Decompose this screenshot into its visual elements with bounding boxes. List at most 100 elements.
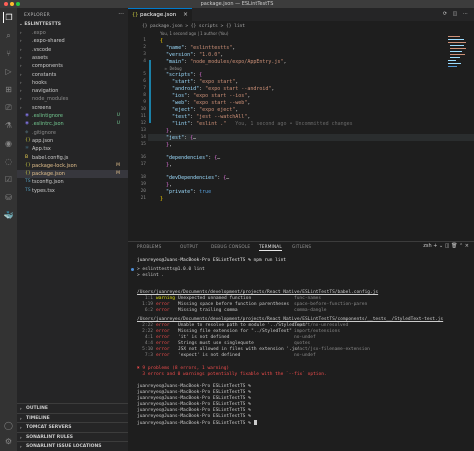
lint-rule: comma-dangle xyxy=(294,308,327,313)
code-line-12: "lint": "eslint ." You, 1 second ago • U… xyxy=(172,121,353,127)
terminal-prompt-2: juanreyes@Juans-MacBook-Pro ESLintTestTS… xyxy=(137,390,251,395)
code-line-13: }, xyxy=(166,128,173,134)
command-decoration-icon xyxy=(131,268,134,271)
tab-problems[interactable]: PROBLEMS xyxy=(137,244,161,249)
lint-position: 4:1 xyxy=(144,335,153,340)
terminal-actions[interactable]: + ⌄ ◫ 🗑 ⌃ × xyxy=(433,243,469,249)
tree-item-types-tsx[interactable]: TS types.tsx xyxy=(17,187,128,195)
tree-item-node-modules[interactable]: › node_modules xyxy=(17,95,128,103)
section-sonarlint-rules[interactable]: › SONARLINT RULES xyxy=(17,431,128,441)
line-number: 11 xyxy=(140,114,146,119)
lint-row: 4:1 error 'it' is not defined no-undef xyxy=(137,335,316,340)
tree-item-label: node_modules xyxy=(32,96,69,103)
lint-row: 1:1 warning Unexpected unnamed function fun… xyxy=(137,296,321,301)
project-root-folder[interactable]: ⌄ ESLINTTESTTS xyxy=(19,22,61,27)
database-icon[interactable]: ⛁ xyxy=(3,192,14,203)
minimap[interactable] xyxy=(446,34,468,70)
remote-explorer-icon[interactable]: ⎚ xyxy=(3,102,14,113)
line-number: 12 xyxy=(140,121,146,126)
section-timeline[interactable]: › TIMELINE xyxy=(17,412,128,422)
tree-item-components[interactable]: › components xyxy=(17,62,128,70)
lint-position: 7:3 xyxy=(144,353,153,358)
tree-item-expo[interactable]: › .expo xyxy=(17,29,128,37)
lint-rule: import/no-unresolved xyxy=(294,323,349,328)
close-tab-icon[interactable]: × xyxy=(183,11,188,18)
more-actions-button[interactable]: ··· xyxy=(118,11,124,18)
search-icon[interactable]: ⌕ xyxy=(3,30,14,41)
code-line-18: "devDependencies": {… xyxy=(166,175,230,181)
git-status-badge: M xyxy=(116,171,120,177)
lint-rule: no-undef xyxy=(294,335,316,340)
tree-item-navigation[interactable]: › navigation xyxy=(17,87,128,95)
line-number: 17 xyxy=(140,162,146,167)
line-number: 15 xyxy=(140,142,146,147)
codelens-authors[interactable]: You, 1 second ago | 1 author (You) xyxy=(160,31,228,36)
sonarlint-icon[interactable]: ◌ xyxy=(3,156,14,167)
tree-item-constants[interactable]: › constants xyxy=(17,71,128,79)
tree-item-gitignore[interactable]: ◆ .gitignore xyxy=(17,129,128,137)
eslint-file-icon: ◉ xyxy=(25,113,29,118)
lint-file-path-2[interactable]: /Users/juanreyes/Documents/development/p… xyxy=(137,317,443,322)
tree-item-babel-config-js[interactable]: Bbabel.config.js xyxy=(17,154,128,162)
terminal-script-command: > eslint . xyxy=(137,273,165,278)
tab-output[interactable]: OUTPUT xyxy=(180,244,198,249)
line-number: 2 xyxy=(143,45,146,50)
tree-item-app-tsx[interactable]: ⚛ App.tsx xyxy=(17,145,128,153)
tree-item-screens[interactable]: › screens xyxy=(17,104,128,112)
section-tomcat-servers[interactable]: › TOMCAT SERVERS xyxy=(17,422,128,431)
tree-item-hooks[interactable]: › hooks xyxy=(17,79,128,87)
section-sonarlint-issue-locations[interactable]: › SONARLINT ISSUE LOCATIONS xyxy=(17,441,128,450)
lint-row: 2:22 error Unable to resolve path to modul… xyxy=(137,323,348,328)
lint-severity: error xyxy=(156,323,170,328)
line-number: 21 xyxy=(140,196,146,201)
tab-package-json[interactable]: {} package.json × xyxy=(128,8,192,21)
lint-rule: import/extensions xyxy=(294,329,341,334)
debug-codelens[interactable]: ▷ Debug xyxy=(160,66,182,71)
tree-item-package-lock-json[interactable]: {} package-lock.json M xyxy=(17,162,128,170)
tab-terminal[interactable]: TERMINAL xyxy=(259,244,282,251)
lint-file-path-1[interactable]: /Users/juanreyes/Documents/development/p… xyxy=(137,290,378,295)
extensions-icon[interactable]: ⊞ xyxy=(3,84,14,95)
terminal-shell-label[interactable]: zsh xyxy=(423,243,431,249)
tab-debug-console[interactable]: DEBUG CONSOLE xyxy=(211,244,250,249)
tab-gitlens[interactable]: GITLENS xyxy=(292,244,311,249)
settings-gear-icon[interactable]: ⚙ xyxy=(3,436,14,447)
docker-icon[interactable]: 🐳 xyxy=(3,210,14,221)
lint-rule: no-undef xyxy=(294,353,316,358)
tree-item-app-json[interactable]: {} app.json xyxy=(17,137,128,145)
lint-row: 1:19 error Missing space before function p… xyxy=(137,302,367,307)
lint-message: Missing trailing comma xyxy=(178,308,238,313)
json-file-icon: {} xyxy=(132,12,139,18)
tree-item-label: components xyxy=(32,63,63,70)
editor-actions[interactable]: ⟳ ◫ ⋯ xyxy=(443,11,470,17)
tree-item-assets[interactable]: › assets xyxy=(17,54,128,62)
tree-item-eslintignore[interactable]: ◉ .eslintignore U xyxy=(17,112,128,120)
tree-item-eslintrc-json[interactable]: ◉ .eslintrc.json U xyxy=(17,120,128,128)
react-ts-file-icon: ⚛ xyxy=(25,146,30,152)
tree-item-package-json[interactable]: {} package.json M xyxy=(17,170,128,179)
lint-message: Strings must use singlequote xyxy=(178,341,254,346)
lint-message: 'expect' is not defined xyxy=(178,353,241,358)
gitlens-icon[interactable]: ◉ xyxy=(3,138,14,149)
lint-rule: react/jsx-filename-extension xyxy=(294,347,370,352)
current-line-highlight xyxy=(148,134,474,141)
editor-area: {} package.json × ⟳ ◫ ⋯ {} package.json … xyxy=(128,8,474,241)
chevron-right-icon: › xyxy=(20,79,22,85)
run-debug-icon[interactable]: ▷ xyxy=(3,66,14,77)
project-root-label: ESLINTTESTTS xyxy=(24,22,62,27)
task-icon[interactable]: ☑ xyxy=(3,174,14,185)
breadcrumb[interactable]: {} package.json > {} scripts > {} lint xyxy=(142,24,245,29)
code-line-21: } xyxy=(160,196,164,202)
accounts-icon[interactable]: ◯ xyxy=(3,420,14,431)
lint-message: Missing space before function parenthese… xyxy=(178,302,290,307)
testing-icon[interactable]: ⚗ xyxy=(3,120,14,131)
git-file-icon: ◆ xyxy=(25,129,29,135)
tree-item-tsconfig-json[interactable]: TS tsconfig.json xyxy=(17,178,128,186)
source-control-icon[interactable]: ⑂ xyxy=(3,48,14,59)
tree-item-label: package-lock.json xyxy=(32,162,77,169)
tree-item-vscode[interactable]: › .vscode xyxy=(17,46,128,54)
section-outline[interactable]: › OUTLINE xyxy=(17,403,128,412)
tree-item-expo-shared[interactable]: › .expo-shared xyxy=(17,37,128,45)
terminal-cursor xyxy=(253,420,257,425)
files-icon[interactable]: ❐ xyxy=(3,12,14,23)
